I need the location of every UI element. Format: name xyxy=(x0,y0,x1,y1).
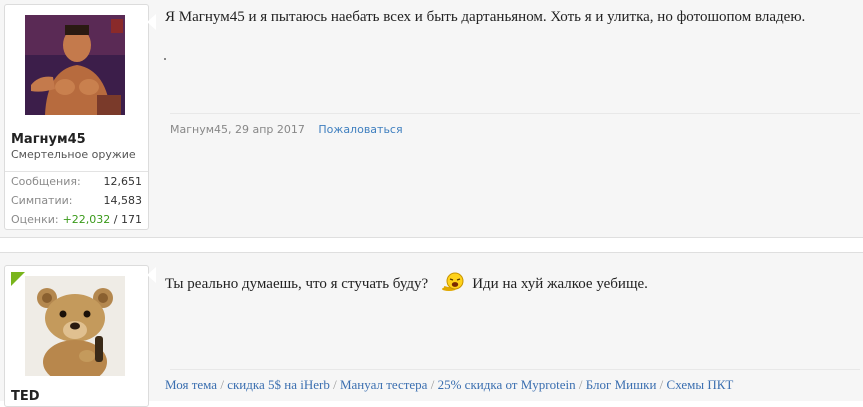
bubble-arrow xyxy=(147,267,156,283)
sig-separator: / xyxy=(217,377,228,392)
sig-separator: / xyxy=(575,377,586,392)
divider xyxy=(170,113,860,114)
stat-messages: Сообщения: 12,651 xyxy=(5,172,148,191)
signature: Моя тема / скидка 5$ на iHerb / Мануал т… xyxy=(165,377,733,393)
stat-likes: Симпатии: 14,583 xyxy=(5,191,148,210)
post-1: Магнум45 Смертельное оружие Сообщения: 1… xyxy=(0,0,863,238)
sig-separator: / xyxy=(656,377,667,392)
stat-ratings: Оценки: +22,032 / 171 xyxy=(5,210,148,229)
sig-link-myprotein[interactable]: 25% скидка от Myprotein xyxy=(438,377,576,392)
sig-link-bear-blog[interactable]: Блог Мишки xyxy=(586,377,657,392)
rating-positive: +22,032 xyxy=(62,213,111,226)
sig-separator: / xyxy=(427,377,438,392)
username[interactable]: TED xyxy=(11,389,40,404)
post-2: TED Ты реально думаешь, что я стучать бу… xyxy=(0,252,863,407)
stat-value: 14,583 xyxy=(103,194,143,207)
sig-link-iherb[interactable]: скидка 5$ на iHerb xyxy=(227,377,330,392)
user-title: Смертельное оружие xyxy=(11,148,136,161)
sig-link-my-topic[interactable]: Моя тема xyxy=(165,377,217,392)
stat-label: Сообщения: xyxy=(11,175,81,188)
username[interactable]: Магнум45 xyxy=(11,132,86,147)
message-text-1: Ты реально думаешь, что я стучать буду? xyxy=(165,276,429,292)
rating-negative: 171 xyxy=(121,213,142,226)
divider xyxy=(170,369,860,370)
post-meta: Магнум45, 29 апр 2017 Пожаловаться xyxy=(170,123,403,136)
user-stats: Сообщения: 12,651 Симпатии: 14,583 Оценк… xyxy=(5,171,148,229)
stat-label: Оценки: xyxy=(11,213,59,226)
post-message: Я Магнум45 и я пытаюсь наебать всех и бы… xyxy=(165,9,806,25)
report-link[interactable]: Пожаловаться xyxy=(318,123,402,136)
avatar[interactable] xyxy=(25,276,125,376)
stat-value: 12,651 xyxy=(103,175,143,188)
avatar[interactable] xyxy=(25,15,125,115)
user-info-panel: TED xyxy=(4,265,149,407)
post-message: Ты реально думаешь, что я стучать буду? И… xyxy=(165,271,648,298)
bubble-arrow xyxy=(147,14,156,30)
post-author-date[interactable]: Магнум45, 29 апр 2017 xyxy=(170,123,305,136)
rating-separator: / xyxy=(110,213,121,226)
message-text-2: Иди на хуй жалкое уебище. xyxy=(472,276,648,292)
user-info-panel: Магнум45 Смертельное оружие Сообщения: 1… xyxy=(4,4,149,230)
laughing-smiley-icon xyxy=(440,271,464,298)
sig-separator: / xyxy=(329,377,340,392)
sig-link-tester-manual[interactable]: Мануал тестера xyxy=(340,377,428,392)
corner-badge xyxy=(11,272,25,286)
sig-link-pkt-schemes[interactable]: Схемы ПКТ xyxy=(667,377,734,392)
stat-value: +22,032 / 171 xyxy=(63,213,142,226)
stat-label: Симпатии: xyxy=(11,194,73,207)
dot-mark xyxy=(164,58,166,60)
